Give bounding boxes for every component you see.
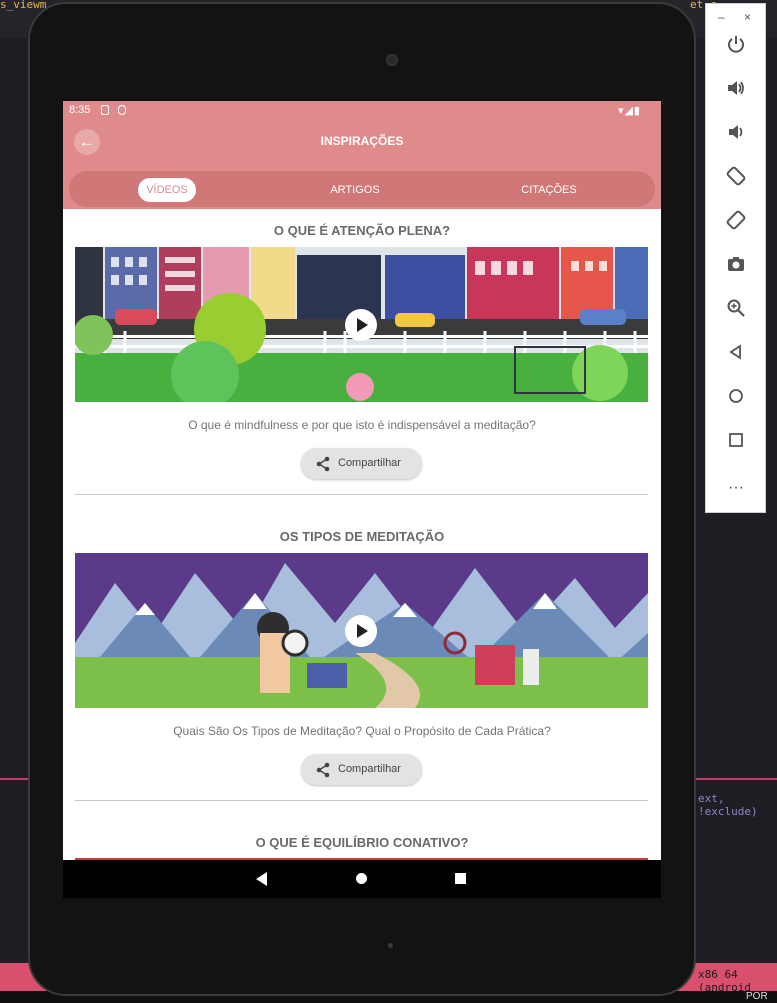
tab-bar: VÍDEOS ARTIGOS CITAÇÕES — [69, 171, 655, 207]
divider — [75, 800, 648, 801]
video-caption: Quais São Os Tipos de Meditação? Qual o … — [173, 724, 551, 738]
share-label: Compartilhar — [338, 457, 401, 469]
desktop-code-text: ext, !exclude) — [698, 792, 758, 818]
video-title: OS TIPOS DE MEDITAÇÃO — [279, 529, 445, 544]
nav-back-icon[interactable] — [256, 872, 267, 886]
rotate-left-button[interactable] — [718, 165, 754, 195]
share-icon — [316, 456, 330, 472]
video-thumbnail[interactable] — [75, 553, 648, 708]
zoom-icon — [727, 299, 745, 317]
rotate-left-icon — [726, 166, 746, 186]
share-button[interactable]: Compartilhar — [301, 754, 422, 785]
device-screen: 8:35 ▾◢▮ ← INSPIRAÇÕES VÍDEOS ARTIGOS CI… — [63, 101, 661, 898]
nav-home-icon[interactable] — [356, 873, 367, 884]
tab-videos[interactable]: VÍDEOS — [138, 178, 196, 202]
volume-down-icon — [729, 125, 743, 139]
close-button[interactable]: × — [744, 10, 751, 24]
android-nav-bar — [63, 860, 661, 898]
video-thumbnail[interactable] — [75, 247, 648, 402]
notification-icon — [118, 105, 126, 115]
screenshot-button[interactable] — [718, 253, 754, 283]
overview-nav-button[interactable] — [718, 429, 754, 459]
video-title: O QUE É ATENÇÃO PLENA? — [273, 223, 451, 238]
rotate-right-icon — [726, 210, 746, 230]
more-button[interactable]: ··· — [718, 473, 754, 503]
share-icon — [316, 762, 330, 778]
power-button[interactable] — [718, 33, 754, 63]
back-triangle-icon — [729, 344, 741, 360]
home-circle-icon — [729, 389, 743, 403]
zoom-button[interactable] — [718, 297, 754, 327]
volume-down-button[interactable] — [718, 121, 754, 151]
share-button[interactable]: Compartilhar — [301, 448, 422, 479]
video-list[interactable]: O QUE É ATENÇÃO PLENA? O que é mindfulne… — [63, 209, 661, 860]
volume-up-icon — [728, 81, 744, 95]
emulator-toolbar: – × ··· — [705, 3, 766, 513]
volume-up-button[interactable] — [718, 77, 754, 107]
status-bar: 8:35 ▾◢▮ — [63, 101, 661, 121]
battery-wifi-icons: ▾◢▮ — [617, 105, 641, 117]
play-icon[interactable] — [345, 309, 377, 341]
camera-icon — [386, 54, 398, 66]
app-bar: ← INSPIRAÇÕES — [63, 121, 661, 169]
power-icon — [728, 36, 744, 53]
divider — [75, 494, 648, 495]
back-nav-button[interactable] — [718, 341, 754, 371]
nav-recents-icon[interactable] — [455, 873, 466, 884]
share-label: Compartilhar — [338, 763, 401, 775]
page-title: INSPIRAÇÕES — [320, 134, 404, 148]
tab-citacoes[interactable]: CITAÇÕES — [503, 178, 595, 202]
home-nav-button[interactable] — [718, 385, 754, 415]
status-time: 8:35 — [69, 104, 91, 116]
sensor-dot — [388, 943, 393, 948]
desktop-editor-text: s_viewm — [0, 0, 47, 11]
tab-bar-container: VÍDEOS ARTIGOS CITAÇÕES — [63, 169, 661, 209]
tab-artigos[interactable]: ARTIGOS — [309, 178, 401, 202]
minimize-button[interactable]: – — [718, 10, 725, 24]
camera-icon — [728, 257, 744, 271]
rotate-right-button[interactable] — [718, 209, 754, 239]
video-title: O QUE É EQUILÍBRIO CONATIVO? — [255, 835, 469, 850]
keyboard-language[interactable]: POR — [746, 991, 768, 1002]
sd-card-icon — [101, 105, 109, 115]
video-caption: O que é mindfulness e por que isto é ind… — [188, 418, 536, 432]
play-icon[interactable] — [345, 615, 377, 647]
overview-square-icon — [729, 433, 743, 447]
